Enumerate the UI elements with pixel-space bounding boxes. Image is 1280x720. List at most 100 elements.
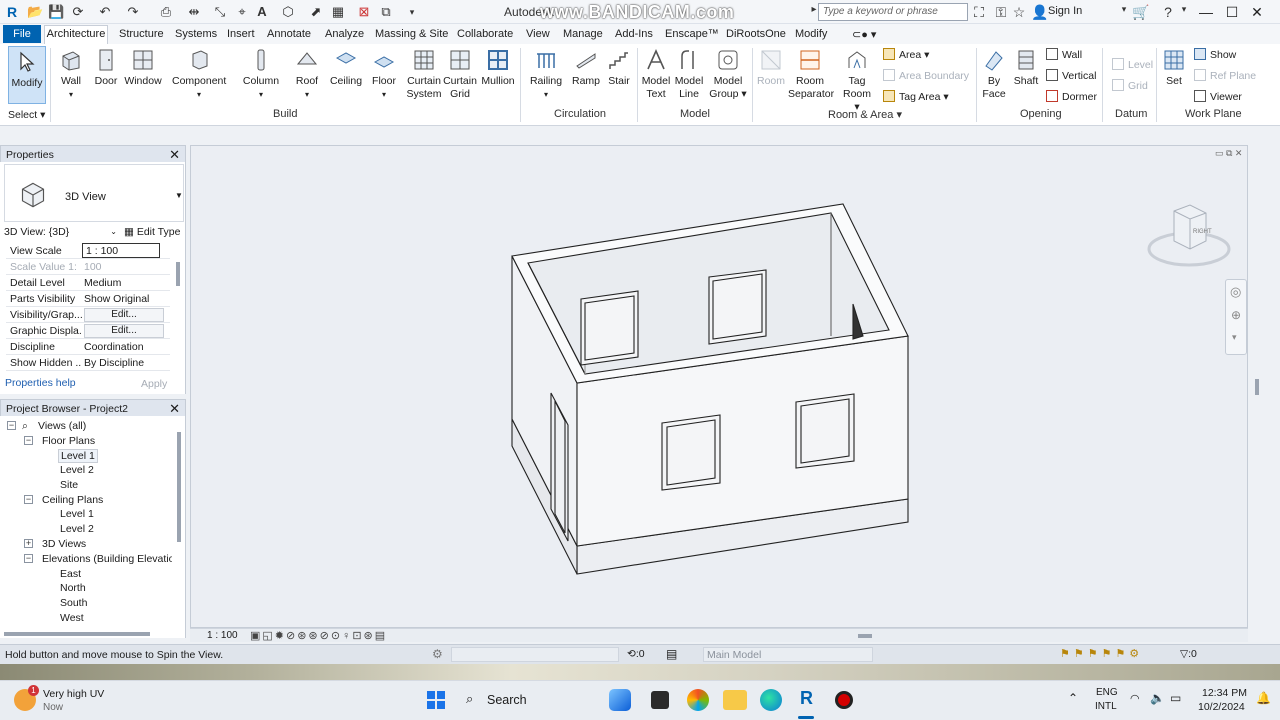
steering-wheel-icon[interactable]: ◎: [1230, 284, 1241, 300]
file-explorer-icon[interactable]: [723, 690, 747, 710]
user-icon[interactable]: 👤: [1031, 4, 1048, 21]
tree-node-floor-level-2[interactable]: Level 2: [60, 464, 94, 476]
model-line-button[interactable]: Model Line: [673, 48, 705, 101]
tab-architecture[interactable]: Architecture: [44, 25, 108, 44]
roof-button[interactable]: Roof ▾: [293, 48, 321, 101]
tree-node-floor-level-1[interactable]: Level 1: [58, 449, 98, 463]
tree-node-ceiling-plans[interactable]: Ceiling Plans: [42, 494, 103, 506]
type-selector[interactable]: 3D View ▼: [4, 164, 184, 222]
tag-icon[interactable]: ⌖: [234, 4, 250, 20]
select-dropdown[interactable]: Select ▾: [8, 109, 45, 121]
tree-node-floor-plans[interactable]: Floor Plans: [42, 435, 95, 447]
help-dropdown-icon[interactable]: ▾: [1176, 4, 1192, 15]
revit-taskbar-icon[interactable]: R: [800, 688, 813, 709]
room-separator-button[interactable]: Room Separator: [788, 48, 834, 101]
binoculars-icon[interactable]: ⛶: [971, 4, 987, 21]
sign-in-link[interactable]: Sign In: [1048, 5, 1082, 17]
browser-vertical-scrollbar[interactable]: [177, 432, 181, 542]
keyboard-layout[interactable]: INTL: [1095, 701, 1117, 712]
bandicam-record-icon[interactable]: [835, 691, 853, 709]
tag-room-button[interactable]: Tag Room ▾: [840, 48, 874, 114]
collapse-toggle[interactable]: −: [24, 436, 33, 445]
dimension-icon[interactable]: ⤡: [212, 4, 228, 20]
modify-button[interactable]: Modify: [10, 50, 44, 90]
show-work-plane-button[interactable]: Show: [1194, 48, 1236, 61]
save-icon[interactable]: 💾: [48, 4, 64, 20]
curtain-system-button[interactable]: Curtain System: [404, 48, 444, 101]
apply-button[interactable]: Apply: [141, 378, 167, 390]
tab-insert[interactable]: Insert: [227, 28, 255, 40]
volume-icon[interactable]: 🔈: [1150, 691, 1165, 705]
expand-toggle[interactable]: +: [24, 539, 33, 548]
edit-type-button[interactable]: ▦ Edit Type: [124, 226, 180, 238]
collapse-toggle[interactable]: −: [7, 421, 16, 430]
dormer-button[interactable]: Dormer: [1046, 90, 1097, 103]
tab-collaborate[interactable]: Collaborate: [457, 28, 513, 40]
house-3d-model[interactable]: [191, 146, 1249, 629]
view-control-icons[interactable]: ▣◱✹⊘⊛⊛⊘⊙♀⊡⊛▤: [250, 629, 387, 642]
maximize-icon[interactable]: ☐: [1222, 2, 1242, 22]
tab-view[interactable]: View: [526, 28, 550, 40]
clock-date[interactable]: 10/2/2024: [1198, 701, 1245, 713]
shaft-button[interactable]: Shaft: [1012, 48, 1040, 88]
worksets-icon[interactable]: ⚙: [432, 647, 443, 661]
tree-node-3d-views[interactable]: 3D Views: [42, 538, 86, 550]
model-text-button[interactable]: Model Text: [640, 48, 672, 101]
close-icon[interactable]: ✕: [169, 147, 180, 163]
help-search-input[interactable]: Type a keyword or phrase: [818, 3, 968, 21]
view-scale-button[interactable]: 1 : 100: [207, 630, 238, 641]
redo-icon[interactable]: ↷: [125, 4, 141, 20]
tab-annotate[interactable]: Annotate: [267, 28, 311, 40]
tree-node-east[interactable]: East: [60, 568, 81, 580]
undo-icon[interactable]: ↶: [97, 4, 113, 20]
close-icon[interactable]: ✕: [169, 401, 180, 417]
switch-windows-icon[interactable]: ⧉: [378, 4, 394, 20]
tree-node-north[interactable]: North: [60, 582, 86, 594]
clock-time[interactable]: 12:34 PM: [1202, 687, 1247, 699]
curtain-grid-button[interactable]: Curtain Grid: [442, 48, 478, 101]
close-hidden-icon[interactable]: ⊠: [356, 4, 372, 20]
design-option-dropdown[interactable]: Main Model: [703, 647, 873, 662]
room-button[interactable]: Room: [756, 48, 786, 88]
horizontal-scrollbar[interactable]: [858, 634, 872, 638]
tab-enscape[interactable]: Enscape™: [665, 28, 719, 40]
graphic-display-edit-button[interactable]: Edit...: [84, 324, 164, 338]
taskbar-search[interactable]: Search: [487, 693, 527, 707]
default-3d-icon[interactable]: ⬡: [280, 4, 296, 20]
editing-requests[interactable]: ⟲:0: [627, 648, 645, 660]
instance-selector[interactable]: 3D View: {3D} ⌄: [4, 226, 119, 242]
set-work-plane-button[interactable]: Set: [1160, 48, 1188, 88]
tab-file[interactable]: File: [3, 25, 41, 43]
room-area-panel-label[interactable]: Room & Area ▾: [828, 108, 902, 121]
subscription-icon[interactable]: ⚿: [993, 4, 1009, 21]
tab-analyze[interactable]: Analyze: [325, 28, 364, 40]
open-icon[interactable]: 📂: [27, 4, 43, 20]
windows-start-icon[interactable]: [426, 690, 446, 710]
design-options-icon[interactable]: ▤: [666, 647, 677, 661]
vertical-opening-button[interactable]: Vertical: [1046, 69, 1096, 82]
tray-chevron-icon[interactable]: ⌃: [1068, 691, 1078, 705]
tab-systems[interactable]: Systems: [175, 28, 217, 40]
browser-horizontal-scrollbar[interactable]: [4, 632, 150, 636]
filter-count[interactable]: ▽:0: [1180, 648, 1197, 660]
area-boundary-button[interactable]: Area Boundary: [883, 69, 969, 82]
print-icon[interactable]: ⎙: [158, 4, 174, 20]
ramp-button[interactable]: Ramp: [570, 48, 602, 88]
prop-row-show-hidden[interactable]: Show Hidden ... By Discipline: [6, 355, 170, 371]
tab-massing-site[interactable]: Massing & Site: [375, 28, 448, 40]
properties-scrollbar[interactable]: [176, 262, 180, 286]
prop-row-detail-level[interactable]: Detail Level Medium: [6, 275, 170, 291]
wifi-icon[interactable]: ◠: [1130, 692, 1140, 705]
by-face-button[interactable]: By Face: [980, 48, 1008, 101]
wall-opening-button[interactable]: Wall: [1046, 48, 1082, 61]
measure-icon[interactable]: ⇹: [186, 4, 202, 20]
railing-button[interactable]: Railing ▾: [527, 48, 565, 101]
ref-plane-button[interactable]: Ref Plane: [1194, 69, 1256, 82]
tree-node-south[interactable]: South: [60, 597, 87, 609]
visibility-edit-button[interactable]: Edit...: [84, 308, 164, 322]
wall-button[interactable]: Wall ▾: [56, 48, 86, 101]
close-icon[interactable]: ✕: [1247, 2, 1267, 22]
mullion-button[interactable]: Mullion: [479, 48, 517, 88]
tree-node-ceiling-level-2[interactable]: Level 2: [60, 523, 94, 535]
prop-row-parts-visibility[interactable]: Parts Visibility Show Original: [6, 291, 170, 307]
